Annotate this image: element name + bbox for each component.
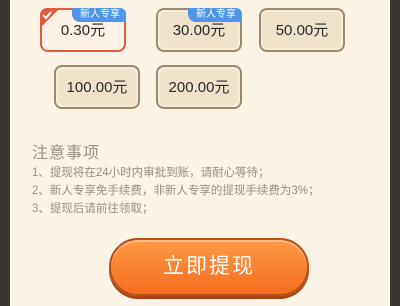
amount-label: 200.00元 bbox=[168, 79, 230, 96]
amount-option-50[interactable]: 50.00元 bbox=[259, 8, 345, 52]
amount-option-30[interactable]: 新人专享 30.00元 bbox=[156, 8, 242, 52]
amount-label: 100.00元 bbox=[66, 79, 128, 96]
amount-label: 30.00元 bbox=[172, 22, 226, 39]
amount-option-0-30[interactable]: 新人专享 0.30元 bbox=[40, 8, 126, 52]
notes-list: 1、提现将在24小时内审批到账，请耐心等待； 2、新人专享免手续费，非新人专享的… bbox=[32, 164, 370, 218]
notes-title: 注意事项 bbox=[32, 145, 101, 162]
amount-label: 0.30元 bbox=[60, 22, 106, 39]
withdraw-now-button[interactable]: 立即提现 bbox=[109, 238, 309, 296]
withdraw-panel: 新人专享 0.30元 新人专享 30.00元 50.00元 100.00元 20… bbox=[10, 0, 390, 306]
amount-label: 50.00元 bbox=[275, 22, 329, 39]
note-item: 2、新人专享免手续费，非新人专享的提现手续费为3%； bbox=[32, 185, 320, 197]
note-item: 1、提现将在24小时内审批到账，请耐心等待； bbox=[32, 167, 270, 179]
amount-option-100[interactable]: 100.00元 bbox=[54, 65, 140, 109]
amount-option-200[interactable]: 200.00元 bbox=[156, 65, 242, 109]
note-item: 3、提现后请前往领取； bbox=[32, 203, 154, 215]
